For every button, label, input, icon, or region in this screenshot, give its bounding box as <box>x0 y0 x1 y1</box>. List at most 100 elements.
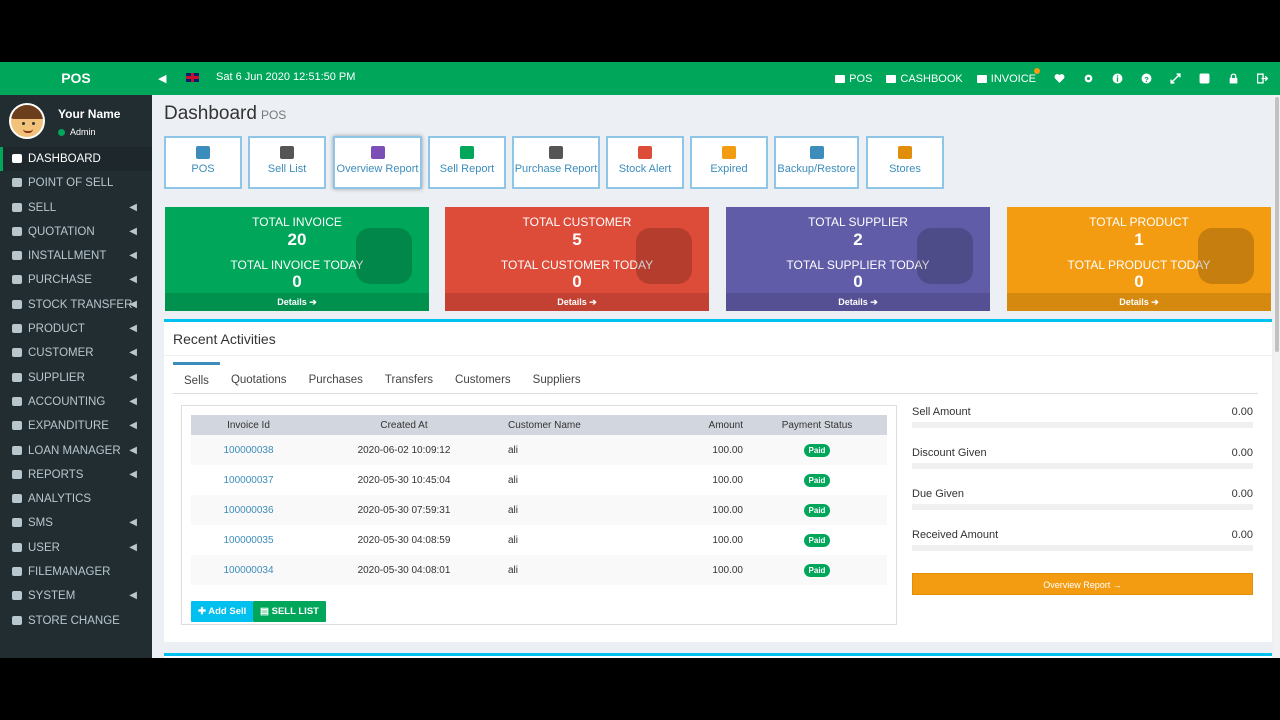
sidebar-item-purchase[interactable]: PURCHASE ◀ <box>0 268 152 292</box>
help-icon[interactable]: ? <box>1141 73 1152 84</box>
sidebar-item-sms[interactable]: SMS ◀ <box>0 511 152 535</box>
sidebar-item-expanditure[interactable]: EXPANDITURE ◀ <box>0 414 152 438</box>
sidebar-item-accounting[interactable]: ACCOUNTING ◀ <box>0 390 152 414</box>
add-sell-button[interactable]: ✚ Add Sell <box>191 601 254 622</box>
online-status-icon <box>58 129 65 136</box>
gear-icon[interactable] <box>1083 73 1094 84</box>
sidebar-item-label: SELL <box>28 201 57 214</box>
status-badge: Paid <box>803 503 831 517</box>
sidebar-item-store-change[interactable]: STORE CHANGE <box>0 609 152 633</box>
table-row: 100000038 2020-06-02 10:09:12 ali 100.00 Pai… <box>191 435 887 465</box>
invoice-link[interactable]: 100000035 <box>191 525 306 555</box>
brand-logo[interactable]: POS <box>0 62 152 95</box>
tab-suppliers[interactable]: Suppliers <box>522 362 592 393</box>
chevron-left-icon: ◀ <box>129 371 137 383</box>
sell-list-button[interactable]: ▤ SELL LIST <box>253 601 326 622</box>
scrollbar[interactable] <box>1274 95 1280 658</box>
invoice-link[interactable]: 100000038 <box>191 435 306 465</box>
lock-icon[interactable] <box>1228 73 1239 84</box>
arrow-circle-right-icon: ➔ <box>589 297 597 307</box>
quick-pos-button[interactable]: POS <box>164 136 242 189</box>
sidebar-item-sell[interactable]: SELL ◀ <box>0 196 152 220</box>
tab-customers[interactable]: Customers <box>444 362 522 393</box>
quick-expired-button[interactable]: Expired <box>690 136 768 189</box>
sidebar-item-user[interactable]: USER ◀ <box>0 536 152 560</box>
col-amount[interactable]: Amount <box>652 415 747 435</box>
sidebar-item-loan-manager[interactable]: LOAN MANAGER ◀ <box>0 439 152 463</box>
tile-details-link[interactable]: Details ➔ <box>726 293 990 311</box>
scrollbar-thumb[interactable] <box>1275 97 1279 352</box>
overview-report-button[interactable]: Overview Report → <box>912 573 1253 595</box>
amount-cell: 100.00 <box>712 474 743 486</box>
recent-activities-box: Recent Activities Sells Quotations Purchas… <box>164 319 1272 642</box>
quick-sell-report-button[interactable]: Sell Report <box>428 136 506 189</box>
quick-button-label: Expired <box>710 163 748 175</box>
heart-icon <box>12 226 22 236</box>
logout-icon[interactable] <box>1256 73 1269 84</box>
tab-purchases[interactable]: Purchases <box>298 362 374 393</box>
tile-details-link[interactable]: Details ➔ <box>1007 293 1271 311</box>
sidebar-item-label: SUPPLIER <box>28 371 85 384</box>
table-row: 100000035 2020-05-30 04:08:59 ali 100.00 Pai… <box>191 525 887 555</box>
status-cell: Paid <box>747 465 887 495</box>
sidebar-item-point-of-sell[interactable]: POINT OF SELL <box>0 171 152 195</box>
fullscreen-icon[interactable] <box>1170 73 1181 84</box>
sidebar-item-analytics[interactable]: ANALYTICS <box>0 487 152 511</box>
sidebar-item-installment[interactable]: INSTALLMENT ◀ <box>0 244 152 268</box>
customer-cell: ali <box>502 435 652 465</box>
sidebar-item-filemanager[interactable]: FILEMANAGER <box>0 560 152 584</box>
sidebar-toggle-icon[interactable]: ◀ <box>158 72 166 85</box>
col-created-at[interactable]: Created At <box>306 415 502 435</box>
top-nav-pos[interactable]: POS <box>835 73 872 85</box>
sidebar-item-label: INSTALLMENT <box>28 250 107 263</box>
list-icon: ▤ <box>260 606 269 617</box>
megaphone-icon <box>638 146 652 159</box>
quick-overview-report-button[interactable]: Overview Report <box>333 136 422 189</box>
top-nav-invoice[interactable]: INVOICE <box>976 67 1040 85</box>
sell-summary: Sell Amount 0.00 Discount Given 0.00 Due Giv… <box>912 406 1253 595</box>
language-flag-icon[interactable] <box>186 73 199 82</box>
tile-details-link[interactable]: Details ➔ <box>445 293 709 311</box>
quick-backup-restore-button[interactable]: Backup/Restore <box>774 136 859 189</box>
chart-icon <box>12 469 22 479</box>
tile-details-link[interactable]: Details ➔ <box>165 293 429 311</box>
info-icon[interactable] <box>1112 73 1123 84</box>
pos-icon <box>835 74 846 83</box>
heart-icon[interactable] <box>1054 73 1065 84</box>
sidebar-item-reports[interactable]: REPORTS ◀ <box>0 463 152 487</box>
book-icon <box>886 74 897 83</box>
quick-purchase-report-button[interactable]: Purchase Report <box>512 136 600 189</box>
users-icon <box>636 228 692 284</box>
bell-icon <box>722 146 736 159</box>
sidebar-item-label: PRODUCT <box>28 323 85 336</box>
analytics-icon <box>12 494 22 504</box>
sidebar-item-quotation[interactable]: QUOTATION ◀ <box>0 220 152 244</box>
sidebar-item-supplier[interactable]: SUPPLIER ◀ <box>0 366 152 390</box>
status-cell: Paid <box>747 555 887 585</box>
tab-quotations[interactable]: Quotations <box>220 362 298 393</box>
sidebar-item-system[interactable]: SYSTEM ◀ <box>0 584 152 608</box>
sidebar-item-dashboard[interactable]: DASHBOARD <box>0 147 152 172</box>
col-customer-name[interactable]: Customer Name <box>502 415 652 435</box>
tab-transfers[interactable]: Transfers <box>374 362 444 393</box>
invoice-link[interactable]: 100000036 <box>191 495 306 525</box>
quick-stores-button[interactable]: Stores <box>866 136 944 189</box>
sidebar-item-product[interactable]: PRODUCT ◀ <box>0 317 152 341</box>
window-icon[interactable] <box>1199 73 1210 84</box>
invoice-link[interactable]: 100000037 <box>191 465 306 495</box>
customer-cell: ali <box>502 555 652 585</box>
quick-button-label: POS <box>191 163 215 175</box>
quick-stock-alert-button[interactable]: Stock Alert <box>606 136 684 189</box>
invoice-link[interactable]: 100000034 <box>191 555 306 585</box>
tab-sells[interactable]: Sells <box>173 362 220 393</box>
top-nav-cashbook[interactable]: CASHBOOK <box>886 73 963 85</box>
sidebar-item-stock-transfer[interactable]: STOCK TRANSFER ◀ <box>0 293 152 317</box>
customer-cell: ali <box>508 534 519 546</box>
col-payment-status[interactable]: Payment Status <box>747 415 887 435</box>
quick-sell-list-button[interactable]: Sell List <box>248 136 326 189</box>
col-invoice-id[interactable]: Invoice Id <box>191 415 306 435</box>
status-cell: Paid <box>747 435 887 465</box>
sidebar-item-label: STOCK TRANSFER <box>28 298 133 311</box>
flag-icon <box>370 146 385 159</box>
sidebar-item-customer[interactable]: CUSTOMER ◀ <box>0 341 152 365</box>
